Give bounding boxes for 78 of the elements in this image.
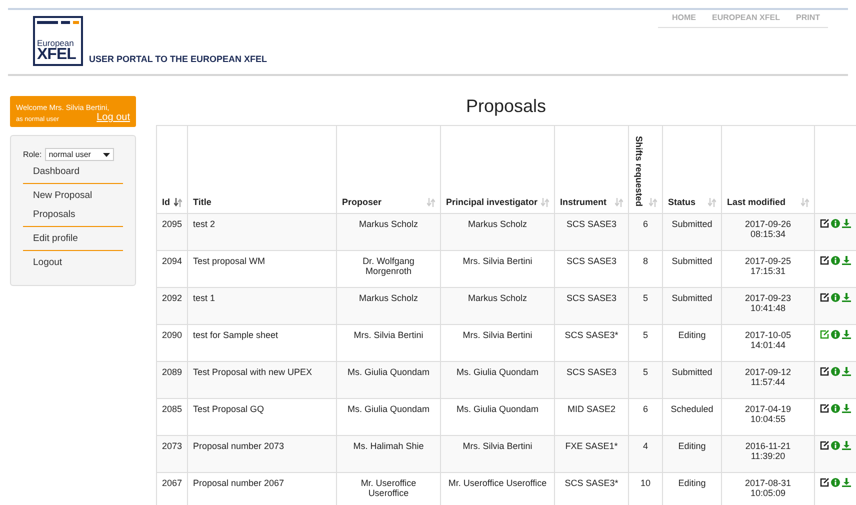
info-icon[interactable]	[831, 404, 840, 413]
table-cell: Mrs. Silvia Bertini	[440, 436, 554, 472]
download-icon[interactable]	[842, 367, 851, 376]
table-cell: 2089	[156, 362, 188, 398]
table-cell: Test Proposal with new UPEX	[188, 362, 336, 398]
sidebar-item[interactable]: Logout	[23, 254, 123, 273]
sidebar-item[interactable]: Dashboard	[23, 163, 123, 184]
info-icon[interactable]	[831, 219, 840, 228]
table-cell: 2067	[156, 472, 188, 505]
sort-icon[interactable]	[174, 198, 182, 207]
edit-icon[interactable]	[820, 404, 829, 413]
caret-icon[interactable]	[102, 152, 110, 156]
info-icon[interactable]	[831, 441, 840, 450]
table-cell: Submitted	[662, 214, 722, 250]
table-cell: test 2	[188, 214, 336, 250]
column-header[interactable]: Shifts requested	[628, 126, 662, 214]
table-cell: 5	[628, 288, 662, 324]
site-tagline: USER PORTAL TO THE EUROPEAN XFEL	[89, 54, 268, 64]
download-icon[interactable]	[842, 478, 851, 487]
download-icon[interactable]	[842, 441, 851, 450]
edit-icon[interactable]	[820, 293, 829, 302]
header-label: Last modified	[727, 197, 786, 207]
table-cell: 4	[628, 436, 662, 472]
table-cell: 2073	[156, 436, 188, 472]
table-cell: Markus Scholz	[440, 288, 554, 324]
table-cell: SCS SASE3	[554, 214, 628, 250]
sidebar-item[interactable]: New Proposal	[23, 186, 123, 206]
table-cell: Ms. Giulia Quondam	[336, 362, 440, 398]
download-icon[interactable]	[842, 330, 851, 339]
table-cell: Editing	[662, 436, 722, 472]
table-cell: Markus Scholz	[336, 288, 440, 324]
edit-icon[interactable]	[820, 367, 829, 376]
page-title: Proposals	[464, 96, 548, 117]
edit-icon[interactable]	[820, 441, 829, 450]
table-cell: SCS SASE3	[554, 362, 628, 398]
header-label: Principal investigator	[446, 197, 538, 207]
sidebar-item[interactable]: Proposals	[23, 206, 123, 227]
download-icon[interactable]	[842, 256, 851, 265]
table-cell: 2017-09-26 08:15:34	[722, 214, 814, 250]
download-icon[interactable]	[842, 293, 851, 302]
info-icon[interactable]	[831, 293, 840, 302]
table-cell: Submitted	[662, 362, 722, 398]
header-label: Proposer	[342, 197, 382, 207]
edit-icon[interactable]	[820, 478, 829, 487]
header-label: Status	[668, 197, 696, 207]
table-cell: 2092	[156, 288, 188, 324]
header-label: Instrument	[560, 197, 607, 207]
column-header[interactable]: Id	[156, 126, 188, 214]
table-cell: Markus Scholz	[440, 214, 554, 250]
table-cell: 2095	[156, 214, 188, 250]
download-icon[interactable]	[842, 219, 851, 228]
info-icon[interactable]	[831, 478, 840, 487]
table-cell: Submitted	[662, 288, 722, 324]
info-icon[interactable]	[831, 256, 840, 265]
header-label: Id	[162, 197, 170, 207]
download-icon[interactable]	[842, 404, 851, 413]
table-cell: Markus Scholz	[336, 214, 440, 250]
table-cell: 5	[628, 362, 662, 398]
edit-icon[interactable]	[820, 219, 829, 228]
table-cell: Ms. Giulia Quondam	[440, 362, 554, 398]
header-label: Shifts requested	[634, 136, 644, 207]
role-dropdown[interactable]: normal user	[44, 148, 114, 161]
table-cell: 2016-11-21 11:39:20	[722, 436, 814, 472]
info-icon[interactable]	[831, 330, 840, 339]
table-cell: FXE SASE1*	[554, 436, 628, 472]
table-cell: Proposal number 2073	[188, 436, 336, 472]
sidebar-item[interactable]: Edit profile	[23, 230, 123, 251]
table-cell: 2017-09-12 11:57:44	[722, 362, 814, 398]
table-cell: 2017-09-23 10:41:48	[722, 288, 814, 324]
info-icon[interactable]	[831, 367, 840, 376]
table-cell: SCS SASE3	[554, 288, 628, 324]
edit-icon[interactable]	[820, 256, 829, 265]
header-label: Title	[193, 197, 212, 207]
xfel-logo[interactable]: European XFEL	[33, 16, 83, 66]
table-cell: Ms. Halimah Shie	[336, 436, 440, 472]
table-cell: test 1	[188, 288, 336, 324]
role-label: Role:	[23, 150, 42, 159]
table-cell: 6	[628, 214, 662, 250]
